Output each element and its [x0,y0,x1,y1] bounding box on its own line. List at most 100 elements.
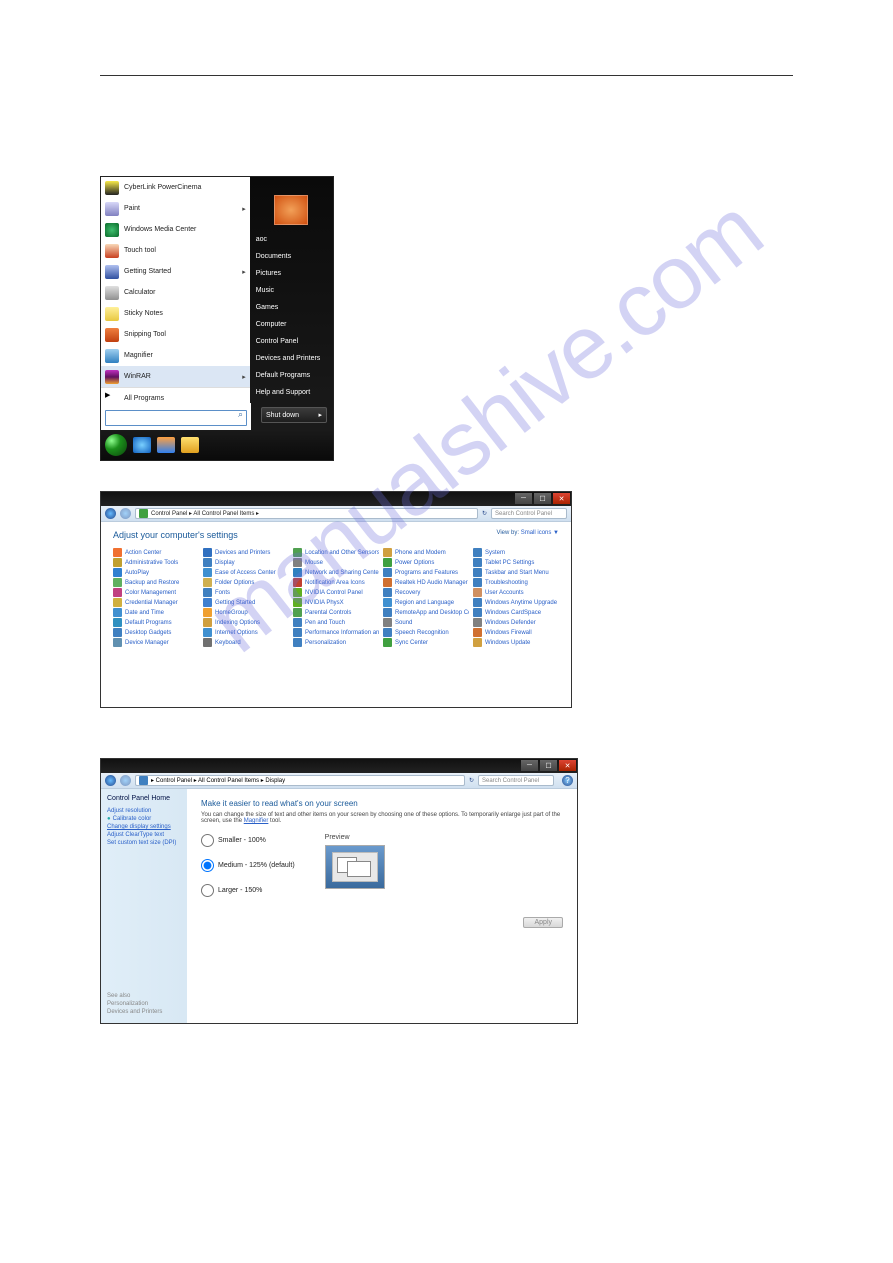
control-panel-item[interactable]: NVIDIA PhysX [293,598,379,607]
control-panel-item[interactable]: Performance Information and Tools [293,628,379,637]
refresh-icon[interactable]: ↻ [469,777,474,784]
start-menu-item[interactable]: Paint▸ [101,198,250,219]
breadcrumb-bar[interactable]: ▸ Control Panel ▸ All Control Panel Item… [135,775,465,786]
ie-icon[interactable] [133,437,151,453]
control-panel-item[interactable]: Realtek HD Audio Manager [383,578,469,587]
control-panel-item[interactable]: Location and Other Sensors [293,548,379,557]
control-panel-item[interactable]: Color Management [113,588,199,597]
control-panel-item[interactable]: Region and Language [383,598,469,607]
control-panel-item[interactable]: Desktop Gadgets [113,628,199,637]
refresh-icon[interactable]: ↻ [482,510,487,517]
start-menu-right-item[interactable]: Music [250,282,333,299]
start-menu-right-item[interactable]: Games [250,299,333,316]
control-panel-item[interactable]: Tablet PC Settings [473,558,559,567]
text-size-option[interactable]: Smaller - 100% [201,834,295,847]
control-panel-item[interactable]: Sound [383,618,469,627]
control-panel-item[interactable]: Notification Area Icons [293,578,379,587]
control-panel-item[interactable]: HomeGroup [203,608,289,617]
close-button[interactable]: ✕ [559,760,576,771]
control-panel-item[interactable]: Recovery [383,588,469,597]
start-menu-item[interactable]: Sticky Notes [101,303,250,324]
help-icon[interactable]: ? [562,775,573,786]
forward-button[interactable] [120,775,131,786]
control-panel-item[interactable]: Sync Center [383,638,469,647]
text-size-option[interactable]: Medium - 125% (default) [201,859,295,872]
radio-input[interactable] [201,884,214,897]
start-menu-right-item[interactable]: Devices and Printers [250,350,333,367]
see-also-link[interactable]: Personalization [107,1001,181,1007]
control-panel-item[interactable]: Indexing Options [203,618,289,627]
control-panel-item[interactable]: Pen and Touch [293,618,379,627]
start-menu-item[interactable]: Magnifier [101,345,250,366]
start-menu-right-item[interactable]: aoc [250,231,333,248]
control-panel-item[interactable]: Windows Update [473,638,559,647]
radio-input[interactable] [201,859,214,872]
radio-input[interactable] [201,834,214,847]
forward-button[interactable] [120,508,131,519]
control-panel-item[interactable]: Parental Controls [293,608,379,617]
sidebar-link[interactable]: Adjust ClearType text [107,832,181,838]
user-picture[interactable] [274,195,308,225]
control-panel-item[interactable]: Device Manager [113,638,199,647]
sidebar-link[interactable]: ●Calibrate color [107,816,181,822]
control-panel-item[interactable]: Administrative Tools [113,558,199,567]
control-panel-item[interactable]: Backup and Restore [113,578,199,587]
shutdown-button[interactable]: Shut down ▸ [261,407,327,423]
see-also-link[interactable]: Devices and Printers [107,1009,181,1015]
start-menu-right-item[interactable]: Control Panel [250,333,333,350]
start-menu-item[interactable]: CyberLink PowerCinema [101,177,250,198]
control-panel-item[interactable]: Phone and Modem [383,548,469,557]
close-button[interactable]: ✕ [553,493,570,504]
sidebar-link[interactable]: Set custom text size (DPI) [107,840,181,846]
control-panel-item[interactable]: Mouse [293,558,379,567]
sidebar-link[interactable]: Adjust resolution [107,808,181,814]
back-button[interactable] [105,775,116,786]
control-panel-item[interactable]: Display [203,558,289,567]
start-menu-right-item[interactable]: Computer [250,316,333,333]
control-panel-item[interactable]: Troubleshooting [473,578,559,587]
control-panel-item[interactable]: Folder Options [203,578,289,587]
control-panel-item[interactable]: Devices and Printers [203,548,289,557]
control-panel-item[interactable]: Personalization [293,638,379,647]
explorer-icon[interactable] [181,437,199,453]
start-menu-item[interactable]: Snipping Tool [101,324,250,345]
control-panel-item[interactable]: Getting Started [203,598,289,607]
start-orb[interactable] [105,434,127,456]
sidebar-link[interactable]: Change display settings [107,824,181,830]
control-panel-item[interactable]: Windows Anytime Upgrade [473,598,559,607]
control-panel-item[interactable]: NVIDIA Control Panel [293,588,379,597]
maximize-button[interactable]: ☐ [540,760,557,771]
text-size-option[interactable]: Larger - 150% [201,884,295,897]
control-panel-item[interactable]: Taskbar and Start Menu [473,568,559,577]
start-menu-right-item[interactable]: Documents [250,248,333,265]
apply-button[interactable]: Apply [523,917,563,928]
control-panel-item[interactable]: Internet Options [203,628,289,637]
search-input[interactable] [105,410,247,426]
start-menu-item[interactable]: Touch tool [101,240,250,261]
control-panel-item[interactable]: Windows Firewall [473,628,559,637]
control-panel-item[interactable]: System [473,548,559,557]
start-menu-item[interactable]: Calculator [101,282,250,303]
back-button[interactable] [105,508,116,519]
wmp-icon[interactable] [157,437,175,453]
control-panel-item[interactable]: Action Center [113,548,199,557]
control-panel-item[interactable]: Credential Manager [113,598,199,607]
control-panel-item[interactable]: Windows Defender [473,618,559,627]
control-panel-item[interactable]: Programs and Features [383,568,469,577]
control-panel-item[interactable]: AutoPlay [113,568,199,577]
start-menu-item[interactable]: Getting Started▸ [101,261,250,282]
control-panel-item[interactable]: Windows CardSpace [473,608,559,617]
maximize-button[interactable]: ☐ [534,493,551,504]
control-panel-item[interactable]: Fonts [203,588,289,597]
breadcrumb-bar[interactable]: Control Panel ▸ All Control Panel Items … [135,508,478,519]
control-panel-item[interactable]: User Accounts [473,588,559,597]
magnifier-link[interactable]: Magnifier [244,818,269,824]
control-panel-item[interactable]: Date and Time [113,608,199,617]
search-box[interactable]: Search Control Panel [491,508,567,519]
control-panel-item[interactable]: Power Options [383,558,469,567]
minimize-button[interactable]: ─ [521,760,538,771]
start-menu-right-item[interactable]: Help and Support [250,384,333,401]
start-menu-item[interactable]: Windows Media Center [101,219,250,240]
control-panel-item[interactable]: RemoteApp and Desktop Connections [383,608,469,617]
control-panel-item[interactable]: Network and Sharing Center [293,568,379,577]
